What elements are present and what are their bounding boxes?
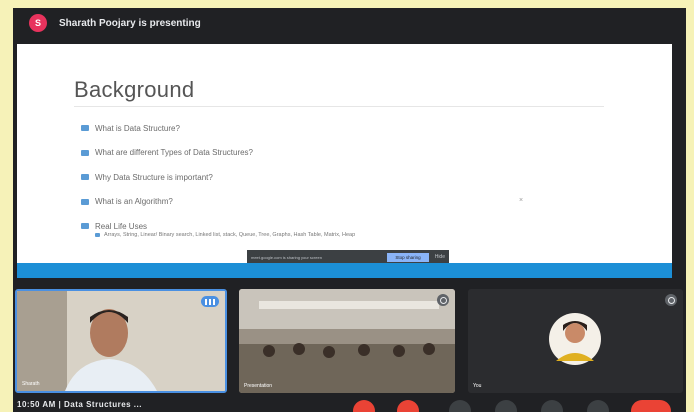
slide-footer-band [17,263,672,278]
present-button[interactable] [541,400,563,412]
slide-sub-bullet: Arrays, String, Linear/ Binary search, L… [95,232,355,238]
stop-sharing-button[interactable]: Stop sharing [387,252,429,262]
speaking-indicator-icon [201,296,219,307]
bullet-icon [81,125,89,132]
slide-bullet-list: What is Data Structure? What are differe… [81,116,253,239]
share-message: meet.google.com is sharing your screen [251,254,322,260]
slide-bullet: Why Data Structure is important? [81,165,253,190]
more-options-button[interactable] [587,400,609,412]
captions-button[interactable] [449,400,471,412]
presenting-label: Sharath Poojary is presenting [59,17,201,29]
participant-name: Sharath [22,381,40,387]
presenting-bar: S Sharath Poojary is presenting [13,8,686,38]
slide-divider [74,106,604,107]
screen-share-bar: meet.google.com is sharing your screen S… [247,250,449,264]
bullet-icon [81,149,89,156]
room-video [239,289,455,393]
call-controls-bar: 10:50 AM | Data Structures ... [13,398,686,412]
camera-off-button[interactable] [397,400,419,412]
participant-menu-icon[interactable] [437,294,449,306]
bullet-icon [81,198,89,205]
hide-share-bar-button[interactable]: Hide [435,254,445,260]
shared-slide: Background What is Data Structure? What … [17,44,672,278]
presenter-video [17,291,225,391]
cursor-icon: × [519,197,524,204]
meet-window: S Sharath Poojary is presenting Backgrou… [13,8,686,412]
participant-name: Presentation [244,383,273,389]
slide-bullet: What are different Types of Data Structu… [81,141,253,166]
mic-off-button[interactable] [353,400,375,412]
presenter-avatar: S [29,14,47,32]
participant-name: You [473,383,482,389]
participant-menu-icon[interactable] [665,294,677,306]
participant-tile-self[interactable]: You [468,289,683,393]
participant-tile-room[interactable]: Presentation [239,289,455,393]
participant-tile-presenter[interactable]: Sharath [15,289,227,393]
raise-hand-button[interactable] [495,400,517,412]
bullet-icon [81,174,89,181]
slide-bullet: What is an Algorithm? [81,190,253,215]
end-call-button[interactable] [631,400,671,412]
self-avatar [549,313,601,365]
slide-title: Background [74,77,195,102]
bullet-icon [81,223,89,230]
meeting-title: 10:50 AM | Data Structures ... [17,400,142,409]
bullet-icon [95,233,100,237]
slide-bullet: What is Data Structure? [81,116,253,141]
